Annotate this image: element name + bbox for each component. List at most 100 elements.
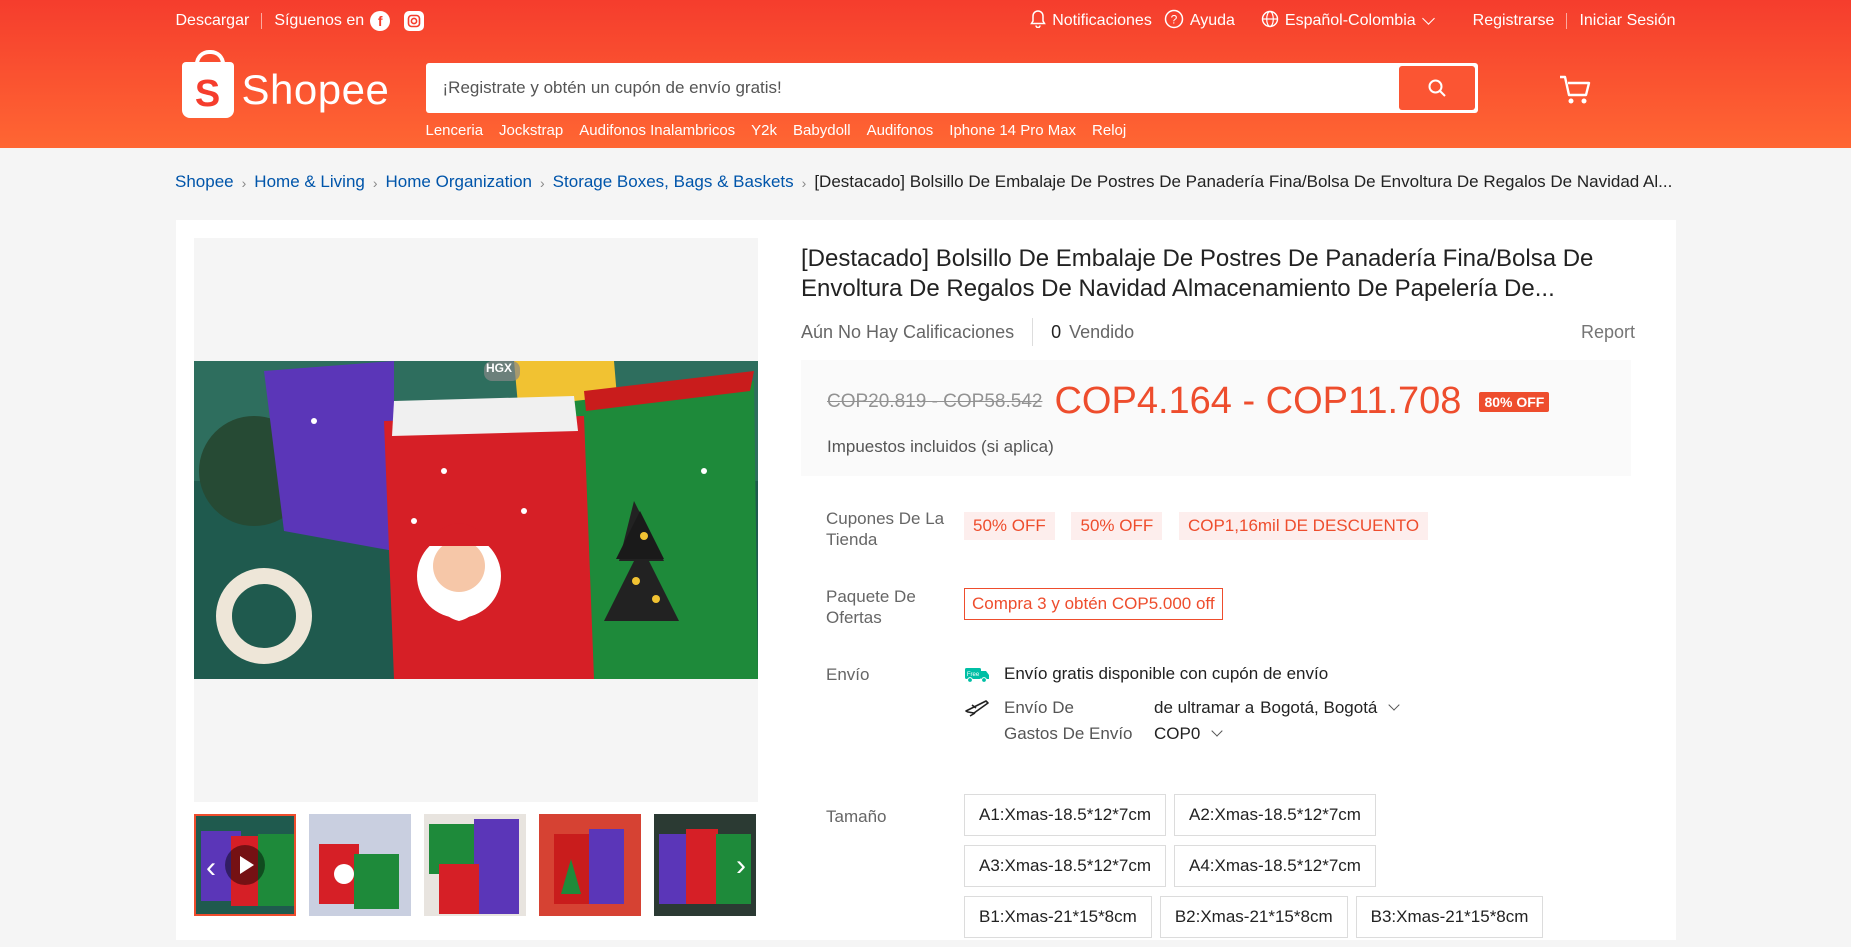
cart-button[interactable] — [1558, 74, 1592, 111]
voucher-chip[interactable]: COP1,16mil DE DESCUENTO — [1178, 512, 1429, 540]
breadcrumb-link[interactable]: Home Organization — [386, 172, 532, 194]
follow-label: Síguenos en — [274, 12, 365, 29]
thumbnail-video[interactable]: ‹ — [194, 814, 296, 916]
price-box: COP20.819 - COP58.542 COP4.164 - COP11.7… — [801, 360, 1631, 476]
shipping-cost-value: COP0 — [1154, 724, 1201, 743]
ratings-status[interactable]: Aún No Hay Calificaciones — [801, 322, 1014, 343]
tax-note: Impuestos incluidos (si aplica) — [827, 437, 1054, 456]
chevron-right-icon: › — [801, 175, 807, 191]
shopping-bag-icon: S — [181, 50, 234, 118]
shipping-label: Envío — [826, 665, 870, 684]
free-shipping-text: Envío gratis disponible con cupón de env… — [1004, 664, 1329, 683]
size-option[interactable]: A3:Xmas-18.5*12*7cm — [964, 845, 1166, 887]
product-info: [Destacado] Bolsillo De Embalaje De Post… — [801, 244, 1641, 476]
globe-icon — [1261, 10, 1279, 33]
size-label: Tamaño — [826, 807, 887, 826]
sold-label: Vendido — [1069, 321, 1135, 342]
thumbnail-image — [309, 814, 411, 916]
search-suggestions: Lenceria Jockstrap Audifonos Inalambrico… — [426, 122, 1143, 139]
destination-value: Bogotá, Bogotá — [1260, 698, 1378, 717]
divider — [261, 13, 263, 29]
size-option[interactable]: A4:Xmas-18.5*12*7cm — [1173, 845, 1376, 887]
plane-icon — [964, 698, 1004, 718]
register-link[interactable]: Registrarse — [1473, 12, 1555, 30]
help-icon: ? — [1164, 9, 1184, 34]
suggestion-link[interactable]: Audifonos Inalambricos — [579, 122, 735, 139]
product-gallery[interactable]: HGX — [194, 238, 758, 802]
language-label: Español-Colombia — [1284, 12, 1416, 29]
size-option[interactable]: A1:Xmas-18.5*12*7cm — [964, 794, 1166, 836]
divider — [1566, 13, 1568, 29]
breadcrumb-link[interactable]: Storage Boxes, Bags & Baskets — [553, 172, 794, 194]
notifications-link[interactable]: Notificaciones — [1030, 9, 1152, 33]
language-selector[interactable]: Español-Colombia — [1261, 10, 1433, 33]
search-input[interactable] — [428, 66, 1399, 110]
help-link[interactable]: ? Ayuda — [1164, 9, 1235, 34]
ship-from-label: Envío De — [1004, 698, 1074, 717]
search-button[interactable] — [1398, 66, 1475, 110]
help-label: Ayuda — [1189, 12, 1235, 29]
chevron-right-icon: › — [372, 175, 378, 191]
svg-text:?: ? — [1170, 12, 1177, 26]
product-panel: HGX ‹ › [Destacado] Bolsillo De Embalaje… — [176, 220, 1676, 940]
divider — [1032, 318, 1034, 346]
notifications-label: Notificaciones — [1052, 12, 1152, 29]
thumbnail-image[interactable] — [539, 814, 641, 916]
suggestion-link[interactable]: Reloj — [1092, 122, 1126, 139]
discount-badge: 80% OFF — [1479, 391, 1550, 412]
download-link[interactable]: Descargar — [176, 12, 250, 30]
login-link[interactable]: Iniciar Sesión — [1579, 12, 1675, 30]
breadcrumb: Shopee › Home & Living › Home Organizati… — [175, 172, 1675, 194]
top-navbar: Descargar Síguenos en f Notificaciones ?… — [176, 0, 1676, 42]
bundle-label: Paquete De Ofertas — [826, 587, 916, 627]
free-shipping-icon: Free — [964, 665, 990, 683]
suggestion-link[interactable]: Lenceria — [426, 122, 484, 139]
site-header: Descargar Síguenos en f Notificaciones ?… — [0, 0, 1851, 148]
voucher-chip[interactable]: 50% OFF — [964, 512, 1055, 540]
video-badge: HGX — [486, 361, 513, 375]
next-arrow-icon[interactable]: › — [726, 846, 756, 886]
search-bar — [425, 63, 1478, 113]
voucher-chip[interactable]: 50% OFF — [1071, 512, 1163, 540]
facebook-icon[interactable]: f — [370, 11, 391, 31]
breadcrumb-current: [Destacado] Bolsillo De Embalaje De Post… — [814, 172, 1673, 191]
breadcrumb-link[interactable]: Home & Living — [254, 172, 365, 194]
shipping-cost-selector[interactable]: COP0 — [1154, 724, 1221, 744]
logo-text: Shopee — [241, 66, 390, 113]
bell-icon — [1030, 9, 1047, 33]
instagram-icon[interactable] — [404, 11, 425, 31]
vouchers-label: Cupones De La Tienda — [826, 509, 945, 549]
thumbnail-image — [424, 814, 526, 916]
thumbnail-strip: ‹ › — [194, 814, 769, 916]
breadcrumb-link[interactable]: Shopee — [175, 172, 234, 194]
thumbnail-image[interactable] — [309, 814, 411, 916]
sold-count: 0 — [1051, 321, 1062, 342]
product-stats: Aún No Hay Calificaciones 0 Vendido Repo… — [801, 318, 1641, 346]
thumbnail-image[interactable]: › — [654, 814, 756, 916]
thumbnail-image — [539, 814, 641, 916]
suggestion-link[interactable]: Jockstrap — [499, 122, 563, 139]
search-icon — [1428, 79, 1446, 97]
suggestion-link[interactable]: Audifonos — [867, 122, 934, 139]
current-price: COP4.164 - COP11.708 — [1054, 380, 1462, 422]
bundle-deal-chip[interactable]: Compra 3 y obtén COP5.000 off — [964, 588, 1223, 620]
destination-selector[interactable]: Bogotá, Bogotá — [1260, 698, 1398, 718]
suggestion-link[interactable]: Babydoll — [793, 122, 851, 139]
chevron-right-icon: › — [241, 175, 247, 191]
shipping-cost-label: Gastos De Envío — [1004, 724, 1133, 743]
suggestion-link[interactable]: Iphone 14 Pro Max — [949, 122, 1076, 139]
christmas-gift-bags-image — [194, 361, 758, 679]
report-link[interactable]: Report — [1581, 322, 1635, 343]
product-title: [Destacado] Bolsillo De Embalaje De Post… — [801, 245, 1594, 302]
ship-from-value: de ultramar a — [1154, 698, 1255, 717]
cart-icon — [1559, 75, 1590, 104]
thumbnail-image[interactable] — [424, 814, 526, 916]
shopee-logo[interactable]: S Shopee — [181, 50, 390, 118]
size-option[interactable]: A2:Xmas-18.5*12*7cm — [1173, 794, 1376, 836]
chevron-right-icon: › — [540, 175, 545, 191]
prev-arrow-icon[interactable]: ‹ — [196, 848, 226, 888]
original-price: COP20.819 - COP58.542 — [827, 390, 1043, 412]
product-main-image[interactable]: HGX — [194, 361, 758, 679]
suggestion-link[interactable]: Y2k — [751, 122, 777, 139]
free-badge: Free — [967, 672, 980, 678]
